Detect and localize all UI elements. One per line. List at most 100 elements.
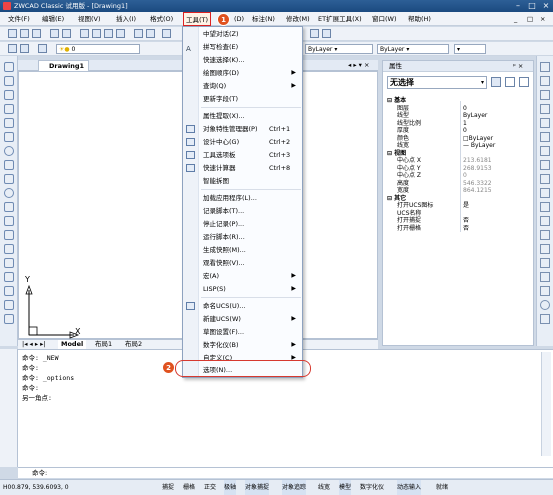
layer-dropdown[interactable]: ☀● 0 [56, 44, 140, 54]
stretch-icon[interactable] [540, 174, 550, 184]
zoom-previous-icon[interactable] [322, 29, 331, 38]
menu-item-properties[interactable]: 对象特性管理器(P) Ctrl+1 [183, 123, 302, 135]
section-basic[interactable]: ⊟ 基本 [383, 97, 533, 104]
menu-item-named-ucs[interactable]: 命名UCS(U)... [183, 300, 302, 312]
command-scrollbar[interactable] [541, 352, 551, 456]
menu-item-load-application[interactable]: 加载应用程序(L)... [183, 192, 302, 204]
tab-scroll-arrows[interactable]: ◂ ▸ ▾ × [348, 60, 369, 71]
copy-object-icon[interactable] [540, 76, 550, 86]
region-icon[interactable] [4, 286, 14, 296]
menu-item-tool-palettes[interactable]: 工具选项板 Ctrl+3 [183, 149, 302, 161]
menu-dimension[interactable]: 标注(N) [252, 12, 275, 26]
status-tablet-button[interactable]: 数字化仪 [360, 480, 384, 495]
menu-item-inquiry[interactable]: 查询(Q) ▶ [183, 80, 302, 92]
menu-file[interactable]: 文件(F) [8, 12, 30, 26]
explode-icon[interactable] [540, 272, 550, 282]
menu-item-make-slide[interactable]: 生成快照(M)... [183, 244, 302, 256]
prop-row[interactable]: 打开栅格否 [383, 225, 533, 232]
spline-icon[interactable] [4, 174, 14, 184]
rotate-icon[interactable] [540, 146, 550, 156]
menu-item-quickcalc[interactable]: 快速计算器 Ctrl+8 [183, 162, 302, 174]
minimize-button[interactable]: – [511, 0, 525, 12]
menu-item-new-ucs[interactable]: 新建UCS(W) ▶ [183, 313, 302, 325]
match-properties-icon[interactable] [116, 29, 125, 38]
command-input[interactable]: 命令: [18, 467, 553, 478]
tab-model[interactable]: Model [58, 340, 87, 349]
arc-icon[interactable] [4, 132, 14, 142]
fillet-icon[interactable] [540, 258, 550, 268]
layer-previous-icon[interactable] [38, 44, 47, 53]
trim-icon[interactable] [540, 188, 550, 198]
table-icon[interactable] [4, 300, 14, 310]
cut-icon[interactable] [80, 29, 89, 38]
menu-item-lisp[interactable]: LISP(S) ▶ [183, 283, 302, 295]
status-ortho-button[interactable]: 正交 [204, 480, 216, 495]
menu-window[interactable]: 窗口(W) [372, 12, 397, 26]
menu-item-record-script[interactable]: 记录脚本(T)... [183, 205, 302, 217]
properties-close-icon[interactable]: ᵖ × [513, 61, 523, 72]
menu-item-design-center[interactable]: 设计中心(G) Ctrl+2 [183, 136, 302, 148]
sphere-icon[interactable] [540, 300, 550, 310]
preview-icon[interactable] [62, 29, 71, 38]
close-button[interactable]: × [539, 0, 553, 12]
menu-item-tablet[interactable]: 数字化仪(B) ▶ [183, 339, 302, 351]
line-icon[interactable] [4, 62, 14, 72]
make-block-icon[interactable] [4, 230, 14, 240]
insert-block-icon[interactable] [4, 216, 14, 226]
menu-item-smart-split[interactable]: 智能拆图 [183, 175, 302, 187]
doc-minimize-button[interactable]: _ [514, 12, 517, 26]
xline-icon[interactable] [4, 76, 14, 86]
color-dropdown[interactable]: ByLayer ▾ [305, 44, 373, 54]
menu-item-spell-check[interactable]: A 拼写检查(E) [183, 41, 302, 53]
menu-edit[interactable]: 编辑(E) [42, 12, 64, 26]
menu-item-run-script[interactable]: 运行脚本(R)... [183, 231, 302, 243]
gradient-icon[interactable] [4, 272, 14, 282]
tab-layout2[interactable]: 布局2 [122, 340, 145, 349]
prop-row[interactable]: 中心点 X 213.6181 [383, 157, 533, 164]
pan-icon[interactable] [162, 29, 171, 38]
break-icon[interactable] [540, 216, 550, 226]
prop-row[interactable]: 宽度 864.1215 [383, 187, 533, 194]
status-osnap-button[interactable]: 对象捕捉 [245, 480, 270, 495]
linetype-dropdown[interactable]: ByLayer ▾ [377, 44, 449, 54]
prop-row[interactable]: 线型 ByLayer [383, 112, 533, 119]
prop-row[interactable]: 打开UCS图标是 [383, 202, 533, 209]
status-lineweight-button[interactable]: 线宽 [318, 480, 330, 495]
circle-icon[interactable] [4, 146, 14, 156]
revcloud-icon[interactable] [4, 160, 14, 170]
paste-icon[interactable] [104, 29, 113, 38]
new-icon[interactable] [8, 29, 17, 38]
extend-icon[interactable] [540, 202, 550, 212]
menu-view[interactable]: 视图(V) [78, 12, 101, 26]
prop-row[interactable]: 中心点 Z0 [383, 172, 533, 179]
selection-dropdown[interactable]: 无选择 ▾ [387, 76, 487, 89]
join-icon[interactable] [540, 230, 550, 240]
menu-help[interactable]: 帮助(H) [408, 12, 431, 26]
lineweight-dropdown[interactable]: ▾ [454, 44, 486, 54]
prop-row[interactable]: 线宽 — ByLayer [383, 142, 533, 149]
menu-item-macro[interactable]: 宏(A) ▶ [183, 270, 302, 282]
polyline-icon[interactable] [4, 90, 14, 100]
move-icon[interactable] [540, 132, 550, 142]
menu-format[interactable]: 格式(O) [150, 12, 173, 26]
status-grid-button[interactable]: 栅格 [183, 480, 195, 495]
redo-icon[interactable] [146, 29, 155, 38]
tab-layout1[interactable]: 布局1 [92, 340, 115, 349]
status-model-button[interactable]: 模型 [339, 480, 352, 495]
render-icon[interactable] [540, 314, 550, 324]
menu-item-update-fields[interactable]: 更新字段(T) [183, 93, 302, 105]
menu-et-tools[interactable]: ET扩展工具(X) [318, 12, 362, 26]
mirror-icon[interactable] [540, 90, 550, 100]
layer-state-icon[interactable] [20, 44, 29, 53]
quick-select-icon[interactable] [491, 77, 501, 87]
save-icon[interactable] [32, 29, 41, 38]
doc-restore-button[interactable]: □ [527, 12, 533, 26]
erase-icon[interactable] [540, 62, 550, 72]
array-icon[interactable] [540, 118, 550, 128]
doc-close-button[interactable]: × [540, 12, 545, 26]
layout-nav-arrows[interactable]: |◂ ◂ ▸ ▸| [22, 340, 46, 349]
ellipse-arc-icon[interactable] [4, 202, 14, 212]
layer-manager-icon[interactable] [8, 44, 17, 53]
rectangle-icon[interactable] [4, 118, 14, 128]
menu-draw[interactable]: (D) [234, 12, 244, 26]
